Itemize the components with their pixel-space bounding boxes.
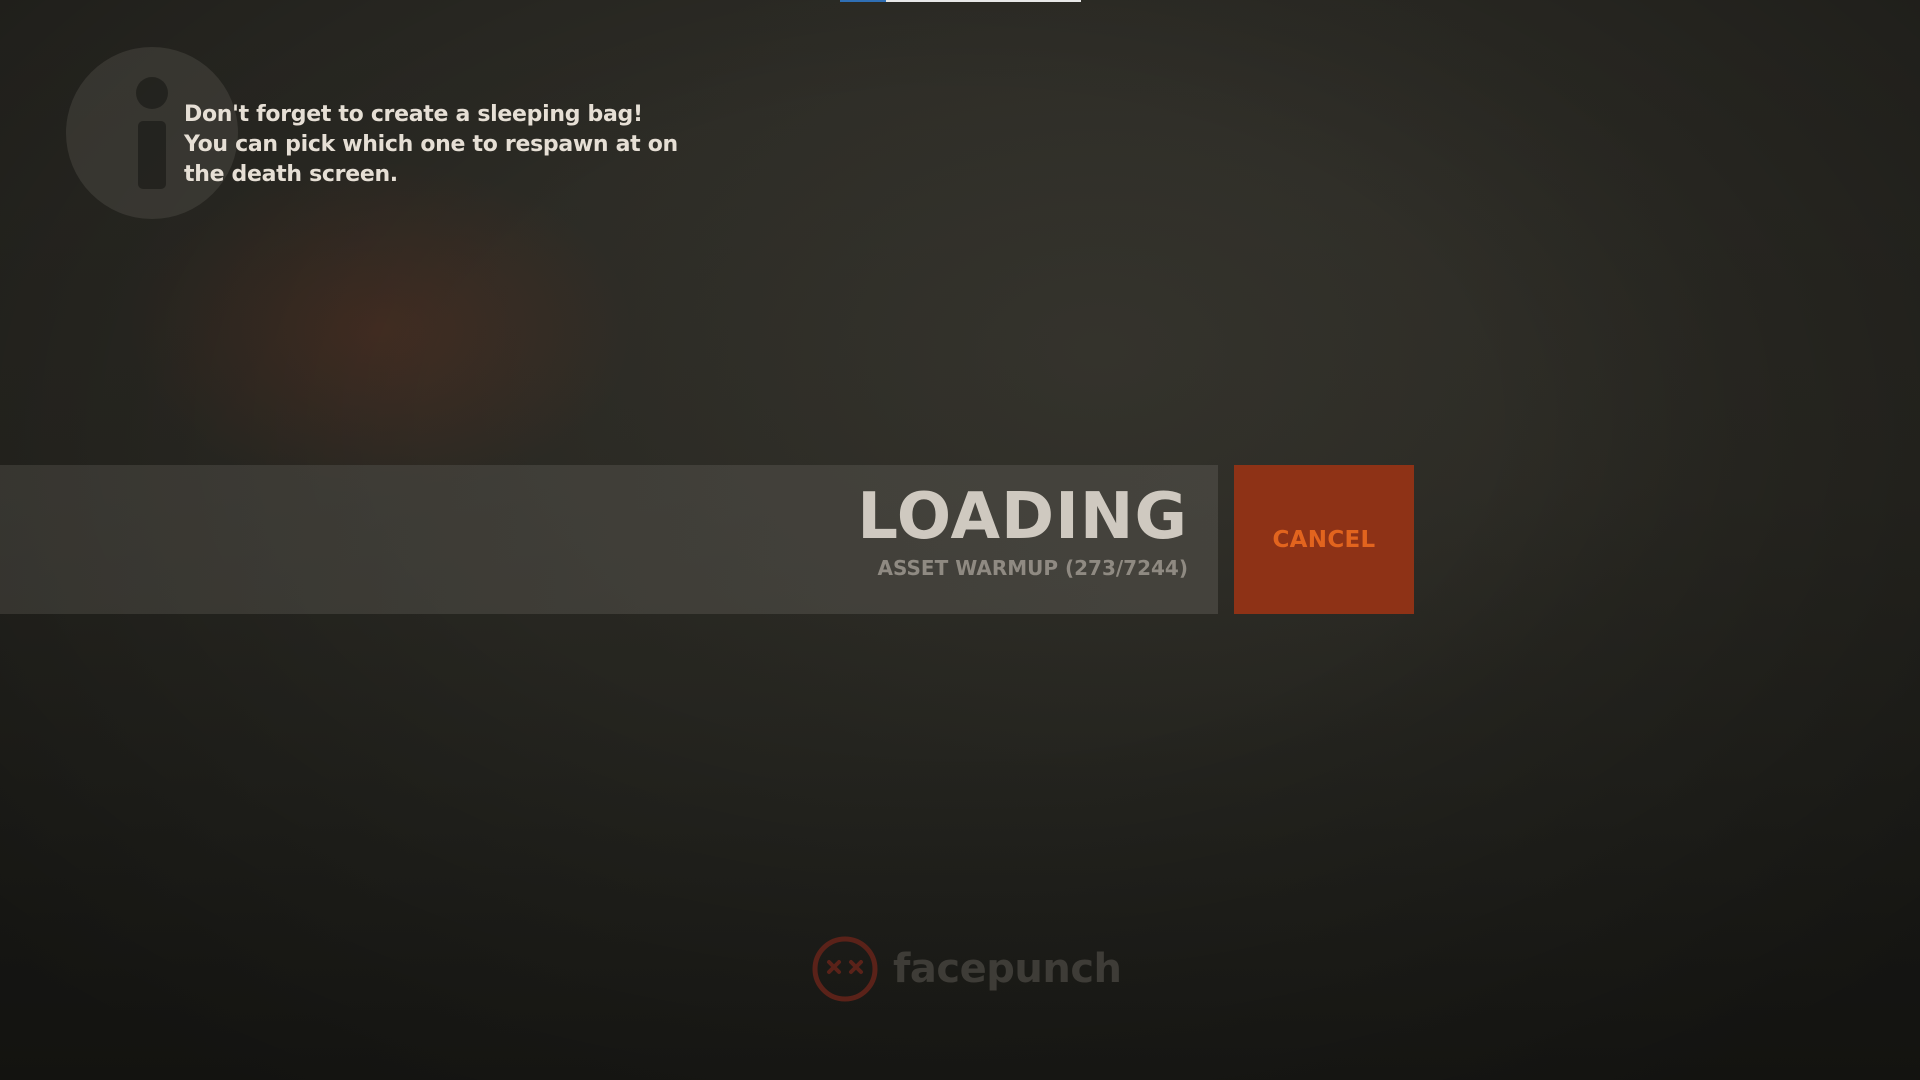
facepunch-logo: facepunch bbox=[811, 935, 1122, 1003]
loading-status: ASSET WARMUP (273/7244) bbox=[877, 556, 1188, 580]
top-progress-bar bbox=[840, 0, 1081, 2]
hint-text: Don't forget to create a sleeping bag! Y… bbox=[184, 102, 678, 187]
info-icon-stem bbox=[138, 121, 166, 189]
cancel-button-label: CANCEL bbox=[1272, 526, 1376, 553]
facepunch-logo-icon bbox=[812, 936, 878, 1002]
cancel-button[interactable]: CANCEL bbox=[1234, 465, 1414, 614]
loading-screen: Don't forget to create a sleeping bag! Y… bbox=[0, 0, 1920, 1080]
loading-panel: LOADING ASSET WARMUP (273/7244) bbox=[0, 465, 1218, 614]
info-icon-dot bbox=[136, 77, 168, 109]
loading-title: LOADING bbox=[857, 480, 1188, 554]
facepunch-logo-text: facepunch bbox=[893, 946, 1122, 992]
top-progress-fill bbox=[840, 0, 886, 2]
